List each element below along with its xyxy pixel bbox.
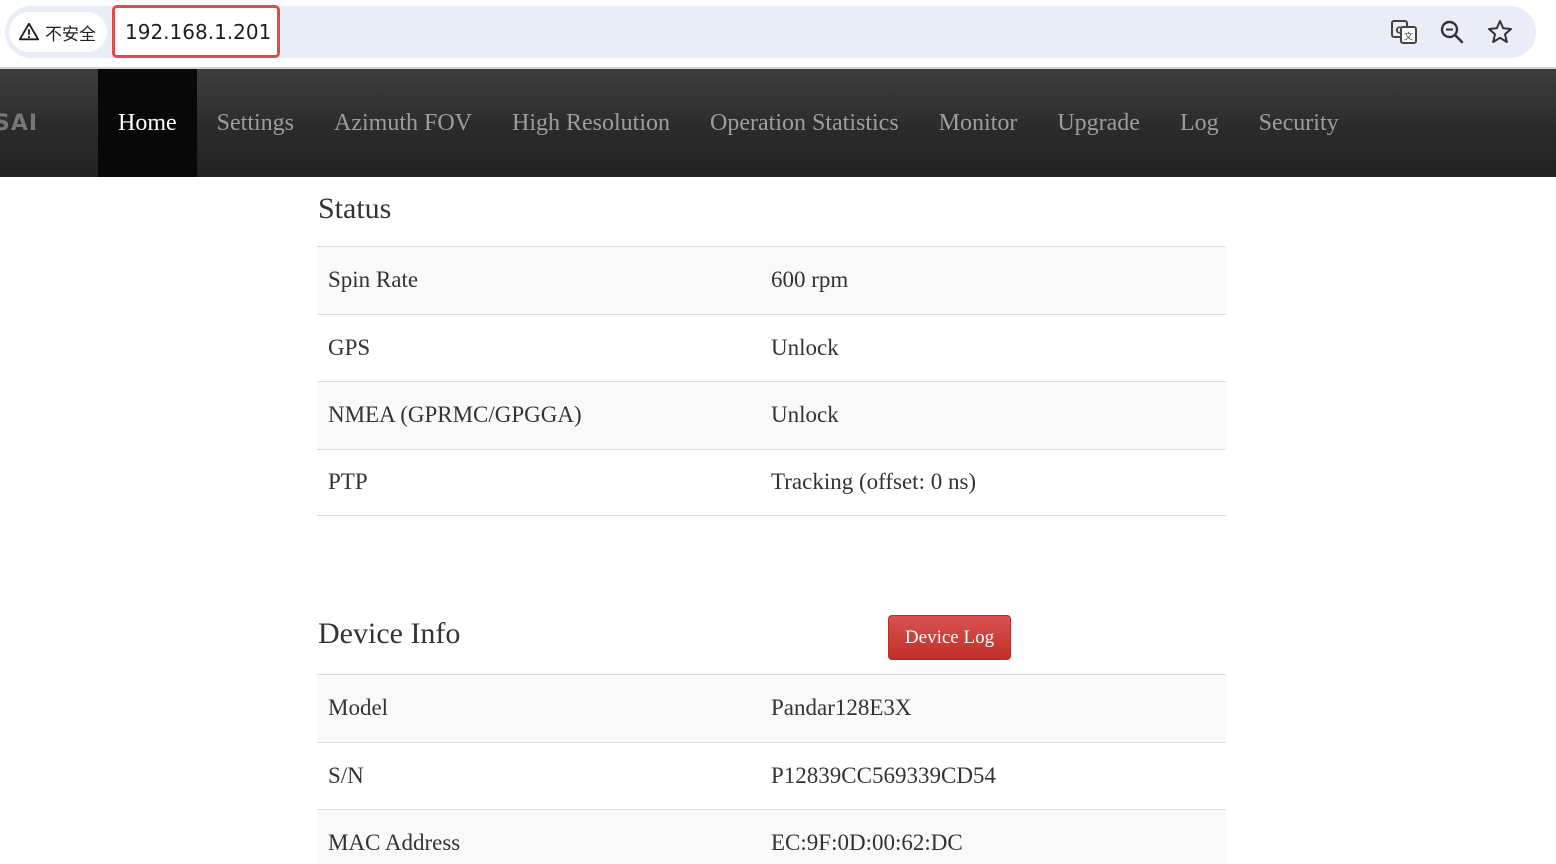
table-row: GPS Unlock <box>317 313 1226 382</box>
status-key: GPS <box>328 334 371 360</box>
nav-monitor[interactable]: Monitor <box>919 69 1038 177</box>
table-row: PTP Tracking (offset: 0 ns) <box>317 448 1226 516</box>
url-text[interactable]: 192.168.1.201 <box>112 5 280 58</box>
status-value: Unlock <box>771 402 839 428</box>
device-info-value: EC:9F:0D:00:62:DC <box>771 830 963 856</box>
device-info-key: Model <box>328 695 389 721</box>
nav-high-resolution[interactable]: High Resolution <box>492 69 690 177</box>
site-navbar: SAI Home Settings Azimuth FOV High Resol… <box>0 67 1556 177</box>
nav-security[interactable]: Security <box>1239 69 1359 177</box>
table-row: S/N P12839CC569339CD54 <box>317 741 1226 810</box>
table-row: Spin Rate 600 rpm <box>317 246 1226 314</box>
status-value: Tracking (offset: 0 ns) <box>771 469 977 495</box>
svg-text:文: 文 <box>1404 31 1413 43</box>
warning-icon <box>18 22 40 41</box>
device-log-button[interactable]: Device Log <box>888 615 1011 660</box>
device-info-value: Pandar128E3X <box>771 695 912 721</box>
brand-logo[interactable]: SAI <box>0 69 38 177</box>
device-info-key: MAC Address <box>328 830 461 856</box>
table-row: Model Pandar128E3X <box>317 674 1226 742</box>
security-label: 不安全 <box>45 24 96 45</box>
status-key: Spin Rate <box>328 267 419 293</box>
device-info-heading: Device Info <box>318 617 461 650</box>
nav-home[interactable]: Home <box>98 69 197 177</box>
bookmark-star-icon[interactable] <box>1484 16 1516 48</box>
device-info-key: S/N <box>328 762 364 788</box>
nav-azimuth-fov[interactable]: Azimuth FOV <box>314 69 492 177</box>
status-value: 600 rpm <box>771 267 849 293</box>
status-key: PTP <box>328 469 368 495</box>
nav-upgrade[interactable]: Upgrade <box>1037 69 1160 177</box>
zoom-icon[interactable] <box>1436 16 1468 48</box>
translate-icon[interactable]: G 文 <box>1388 16 1420 48</box>
main-nav: Home Settings Azimuth FOV High Resolutio… <box>98 69 1359 177</box>
nav-settings[interactable]: Settings <box>197 69 314 177</box>
status-table: Spin Rate 600 rpm GPS Unlock NMEA (GPRMC… <box>317 246 1226 516</box>
device-info-value: P12839CC569339CD54 <box>771 762 996 788</box>
status-value: Unlock <box>771 334 839 360</box>
table-row: NMEA (GPRMC/GPGGA) Unlock <box>317 381 1226 449</box>
status-key: NMEA (GPRMC/GPGGA) <box>328 402 582 428</box>
site-security-chip[interactable]: 不安全 <box>9 12 107 52</box>
nav-log[interactable]: Log <box>1160 69 1239 177</box>
browser-toolbar: 不安全 192.168.1.201 G 文 <box>0 0 1556 67</box>
status-heading: Status <box>318 192 392 225</box>
device-info-table: Model Pandar128E3X S/N P12839CC569339CD5… <box>317 674 1226 864</box>
nav-operation-statistics[interactable]: Operation Statistics <box>690 69 919 177</box>
table-row: MAC Address EC:9F:0D:00:62:DC <box>317 809 1226 864</box>
